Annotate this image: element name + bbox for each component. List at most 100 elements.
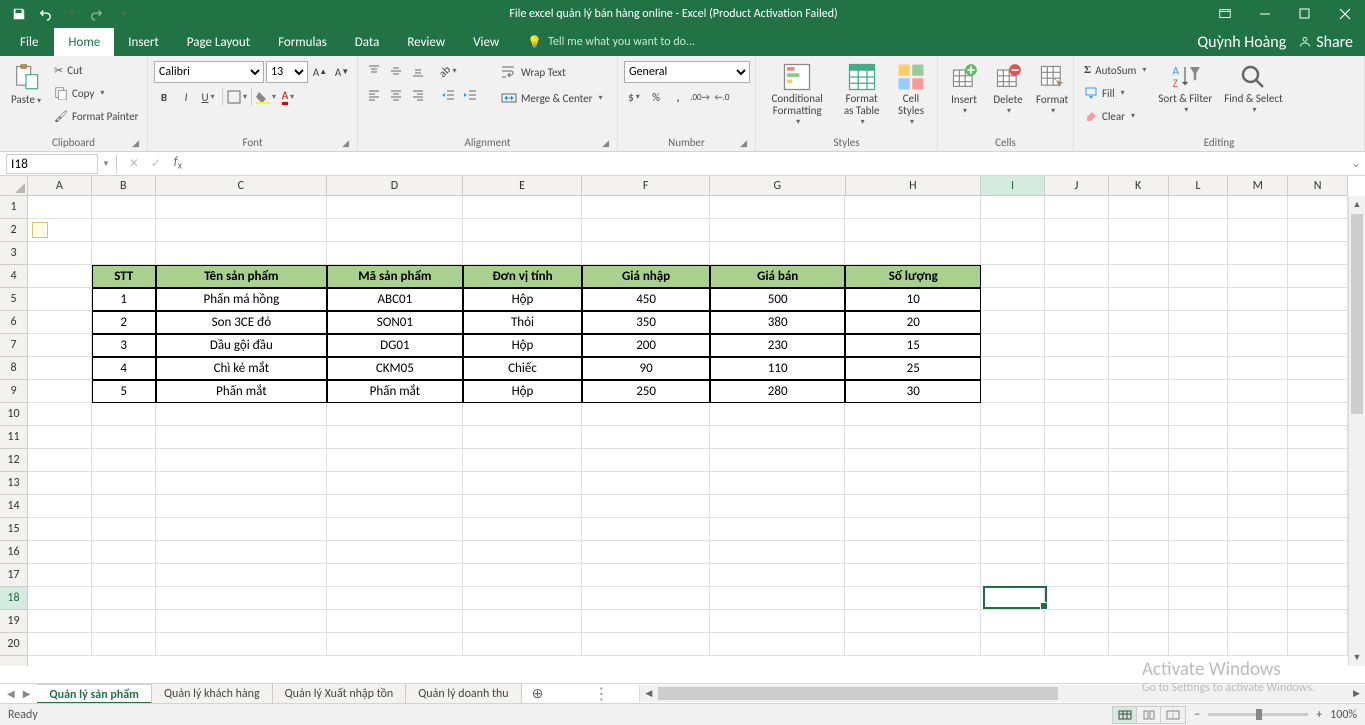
cell[interactable] (28, 334, 92, 357)
cell[interactable]: 4 (92, 357, 156, 380)
increase-decimal-icon[interactable]: .00→ (690, 87, 710, 107)
sheet-tab[interactable]: Quản lý sản phẩm (37, 684, 152, 704)
row-header[interactable]: 11 (0, 426, 27, 449)
row-header[interactable]: 5 (0, 288, 27, 311)
cell[interactable] (327, 403, 463, 426)
row-header[interactable]: 20 (0, 633, 27, 656)
cell[interactable] (1109, 265, 1169, 288)
font-name-select[interactable]: Calibri (154, 61, 264, 83)
redo-icon[interactable] (86, 3, 108, 25)
cell[interactable] (845, 610, 981, 633)
cell[interactable] (156, 610, 327, 633)
cell[interactable] (845, 564, 981, 587)
cell[interactable] (981, 495, 1045, 518)
cell[interactable] (92, 449, 156, 472)
cell[interactable] (981, 633, 1045, 656)
cell[interactable] (1169, 311, 1229, 334)
cell[interactable] (1169, 334, 1229, 357)
column-header[interactable]: H (846, 176, 982, 195)
cell[interactable] (28, 242, 92, 265)
cell[interactable] (1109, 311, 1169, 334)
cell[interactable] (1288, 380, 1348, 403)
cell[interactable] (981, 334, 1045, 357)
cell[interactable] (582, 495, 710, 518)
cell[interactable]: ABC01 (327, 288, 463, 311)
column-header[interactable]: E (463, 176, 583, 195)
cell[interactable] (156, 196, 327, 219)
comma-format-icon[interactable]: , (668, 87, 688, 107)
cell[interactable] (1288, 472, 1348, 495)
cell[interactable] (28, 311, 92, 334)
row-header[interactable]: 9 (0, 380, 27, 403)
cell[interactable] (1109, 518, 1169, 541)
page-break-view-icon[interactable] (1161, 707, 1185, 723)
cell[interactable] (1169, 610, 1229, 633)
column-header[interactable]: N (1288, 176, 1348, 195)
row-header[interactable]: 15 (0, 518, 27, 541)
cell[interactable] (1169, 380, 1229, 403)
expand-formula-bar-icon[interactable]: ⌄ (1347, 156, 1365, 171)
cell[interactable] (92, 426, 156, 449)
cell[interactable] (1045, 610, 1109, 633)
cell[interactable] (1228, 633, 1288, 656)
align-middle-icon[interactable] (386, 61, 406, 81)
cell[interactable] (1045, 219, 1109, 242)
cell[interactable]: 500 (710, 288, 846, 311)
cell[interactable] (1109, 449, 1169, 472)
cell[interactable] (1045, 633, 1109, 656)
cell[interactable] (1109, 564, 1169, 587)
cell[interactable] (28, 426, 92, 449)
cell[interactable] (1288, 564, 1348, 587)
border-button[interactable] (227, 87, 247, 107)
cell[interactable] (327, 495, 463, 518)
cell[interactable] (1109, 426, 1169, 449)
align-center-icon[interactable] (386, 85, 406, 105)
cell[interactable] (981, 472, 1045, 495)
cell[interactable]: Đơn vị tính (463, 265, 583, 288)
cell[interactable] (582, 196, 710, 219)
cell[interactable] (1228, 541, 1288, 564)
decrease-decimal-icon[interactable]: ←.0 (712, 87, 732, 107)
cell[interactable] (92, 564, 156, 587)
cell[interactable] (710, 403, 846, 426)
tab-home[interactable]: Home (54, 28, 114, 56)
cut-button[interactable]: ✂Cut (50, 59, 142, 81)
cell[interactable] (463, 633, 583, 656)
cell[interactable]: 10 (845, 288, 981, 311)
cell[interactable] (1169, 518, 1229, 541)
cell[interactable] (1045, 288, 1109, 311)
cell[interactable] (92, 196, 156, 219)
underline-button[interactable]: U (198, 87, 218, 107)
cell[interactable] (1228, 426, 1288, 449)
cell[interactable] (156, 242, 327, 265)
cell[interactable]: Hộp (463, 380, 583, 403)
tell-me-search[interactable]: 💡Tell me what you want to do... (513, 28, 709, 56)
cell[interactable]: Chì kẻ mắt (156, 357, 327, 380)
zoom-level[interactable]: 100% (1330, 708, 1357, 722)
cell[interactable] (92, 633, 156, 656)
cell[interactable] (1288, 610, 1348, 633)
cell[interactable] (156, 219, 327, 242)
cell[interactable] (156, 495, 327, 518)
cancel-formula-icon[interactable]: ✕ (123, 156, 145, 171)
cell[interactable] (1109, 541, 1169, 564)
sheet-tab[interactable]: Quản lý khách hàng (152, 684, 273, 704)
font-size-select[interactable]: 13 (266, 61, 308, 83)
cell[interactable] (28, 518, 92, 541)
cell[interactable] (1228, 518, 1288, 541)
orientation-icon[interactable]: ab (438, 61, 458, 81)
row-header[interactable]: 14 (0, 495, 27, 518)
cell[interactable] (1109, 334, 1169, 357)
delete-cells-button[interactable]: Delete (988, 59, 1028, 118)
row-header[interactable]: 10 (0, 403, 27, 426)
cell[interactable]: Thỏi (463, 311, 583, 334)
cells-area[interactable]: STTTên sản phẩmMã sản phẩmĐơn vị tínhGiá… (28, 196, 1348, 666)
cell[interactable] (1109, 472, 1169, 495)
percent-format-icon[interactable]: % (646, 87, 666, 107)
cell[interactable]: 3 (92, 334, 156, 357)
smart-tag-icon[interactable] (32, 222, 48, 238)
cell[interactable]: 2 (92, 311, 156, 334)
cell[interactable] (156, 472, 327, 495)
cell[interactable]: Phấn má hồng (156, 288, 327, 311)
cell[interactable] (1045, 449, 1109, 472)
